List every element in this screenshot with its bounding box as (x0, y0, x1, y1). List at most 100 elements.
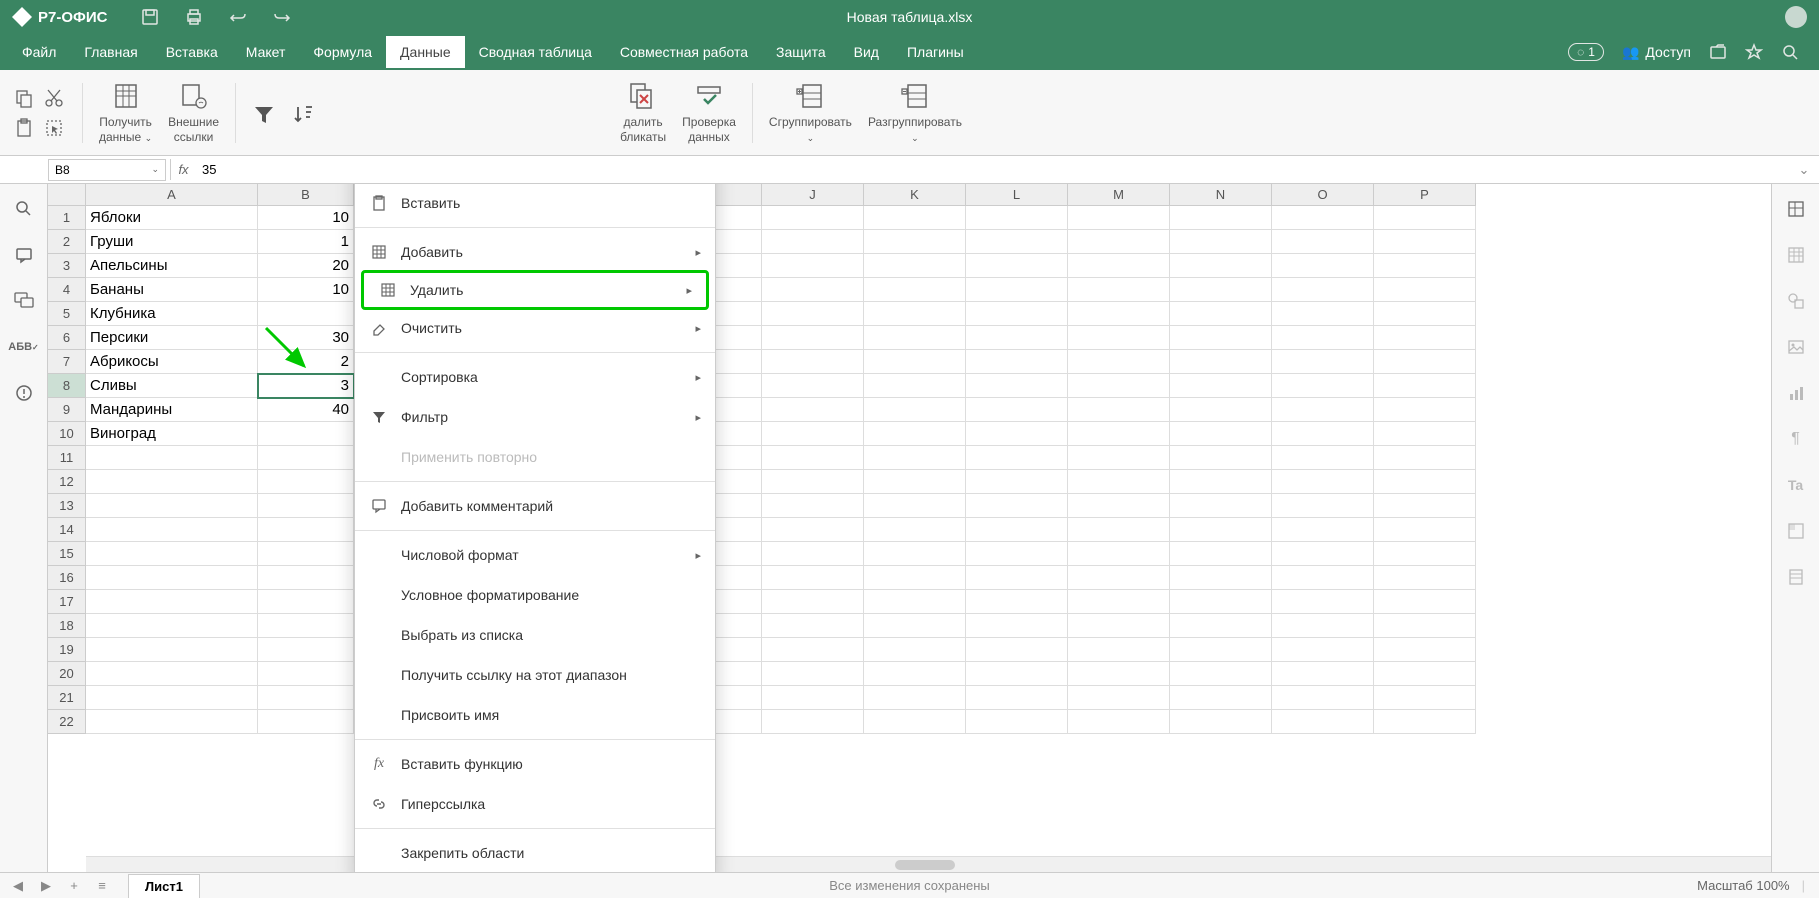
cell[interactable] (258, 710, 354, 734)
save-icon[interactable] (139, 6, 161, 28)
cell[interactable] (762, 302, 864, 326)
pivot-settings-icon[interactable] (1785, 520, 1807, 542)
row-header[interactable]: 3 (48, 254, 86, 278)
cell[interactable] (762, 518, 864, 542)
spellcheck-panel-icon[interactable]: АБВ✓ (13, 336, 35, 358)
cell[interactable] (1068, 230, 1170, 254)
cell[interactable] (1374, 566, 1476, 590)
group-button[interactable]: Сгруппировать⌄ (765, 77, 856, 148)
favorite-icon[interactable] (1745, 43, 1763, 61)
cell[interactable] (1068, 374, 1170, 398)
cell[interactable] (966, 662, 1068, 686)
row-header[interactable]: 11 (48, 446, 86, 470)
ctx-filter[interactable]: Фильтр▸ (355, 397, 715, 437)
data-validation-button[interactable]: Проверка данных (678, 77, 740, 148)
undo-icon[interactable] (227, 6, 249, 28)
cell[interactable] (1068, 398, 1170, 422)
formula-input[interactable] (196, 162, 1789, 177)
cell[interactable] (258, 494, 354, 518)
cell[interactable] (762, 254, 864, 278)
row-header[interactable]: 10 (48, 422, 86, 446)
cell[interactable] (1272, 590, 1374, 614)
cell[interactable] (966, 518, 1068, 542)
cell[interactable]: Клубника (86, 302, 258, 326)
cell[interactable] (864, 254, 966, 278)
cell[interactable] (762, 638, 864, 662)
cell[interactable]: Яблоки (86, 206, 258, 230)
menu-data[interactable]: Данные (386, 36, 465, 68)
shape-settings-icon[interactable] (1785, 290, 1807, 312)
cell[interactable] (1068, 542, 1170, 566)
cell[interactable] (966, 494, 1068, 518)
col-header-J[interactable]: J (762, 184, 864, 205)
cell[interactable] (1374, 350, 1476, 374)
feedback-panel-icon[interactable] (13, 382, 35, 404)
cell[interactable] (1374, 470, 1476, 494)
cell[interactable] (1374, 662, 1476, 686)
cell[interactable] (86, 710, 258, 734)
chart-settings-icon[interactable] (1785, 382, 1807, 404)
cell[interactable] (1170, 278, 1272, 302)
cell[interactable] (864, 614, 966, 638)
cell[interactable] (1272, 614, 1374, 638)
cell[interactable] (1272, 662, 1374, 686)
cell[interactable] (762, 470, 864, 494)
cell[interactable] (966, 350, 1068, 374)
cell[interactable] (1170, 566, 1272, 590)
comments-panel-icon[interactable] (13, 244, 35, 266)
cell[interactable] (1068, 422, 1170, 446)
cell[interactable] (966, 374, 1068, 398)
row-header[interactable]: 19 (48, 638, 86, 662)
cell[interactable] (86, 590, 258, 614)
cell[interactable]: 30 (258, 326, 354, 350)
cell[interactable] (1272, 206, 1374, 230)
ctx-hyperlink[interactable]: Гиперссылка (355, 784, 715, 824)
cell[interactable] (258, 614, 354, 638)
cell[interactable] (1068, 446, 1170, 470)
menu-plugins[interactable]: Плагины (893, 36, 978, 68)
cell[interactable] (1170, 614, 1272, 638)
cell[interactable] (1272, 686, 1374, 710)
cell[interactable] (1068, 686, 1170, 710)
row-header[interactable]: 14 (48, 518, 86, 542)
cell[interactable] (864, 710, 966, 734)
cell[interactable] (1374, 422, 1476, 446)
cell[interactable] (1272, 326, 1374, 350)
ctx-delete[interactable]: Удалить▸ (361, 270, 709, 310)
cell[interactable] (258, 662, 354, 686)
cell[interactable] (258, 542, 354, 566)
cell[interactable] (1374, 638, 1476, 662)
cell[interactable] (1068, 206, 1170, 230)
ctx-get-link[interactable]: Получить ссылку на этот диапазон (355, 655, 715, 695)
cell[interactable] (762, 230, 864, 254)
cell[interactable] (966, 206, 1068, 230)
cell[interactable] (1170, 254, 1272, 278)
cell[interactable] (1374, 230, 1476, 254)
cell[interactable] (966, 686, 1068, 710)
cell[interactable] (864, 398, 966, 422)
cell[interactable] (1170, 326, 1272, 350)
cell[interactable] (762, 494, 864, 518)
ctx-number-format[interactable]: Числовой формат▸ (355, 535, 715, 575)
cell[interactable] (258, 518, 354, 542)
cell[interactable] (762, 710, 864, 734)
cell[interactable] (1170, 662, 1272, 686)
cell[interactable] (1374, 302, 1476, 326)
cell[interactable] (86, 566, 258, 590)
menu-insert[interactable]: Вставка (152, 36, 232, 68)
row-header[interactable]: 15 (48, 542, 86, 566)
cell[interactable] (966, 422, 1068, 446)
cell[interactable] (966, 566, 1068, 590)
cell[interactable]: Груши (86, 230, 258, 254)
cell[interactable] (966, 254, 1068, 278)
cell[interactable] (864, 422, 966, 446)
cell[interactable] (1170, 590, 1272, 614)
row-header[interactable]: 16 (48, 566, 86, 590)
cell[interactable] (1374, 254, 1476, 278)
sort-button[interactable] (288, 95, 320, 131)
menu-pivot[interactable]: Сводная таблица (465, 36, 606, 68)
cell[interactable] (1170, 422, 1272, 446)
cell[interactable] (864, 686, 966, 710)
cell[interactable] (1272, 278, 1374, 302)
paragraph-settings-icon[interactable]: ¶ (1785, 428, 1807, 450)
